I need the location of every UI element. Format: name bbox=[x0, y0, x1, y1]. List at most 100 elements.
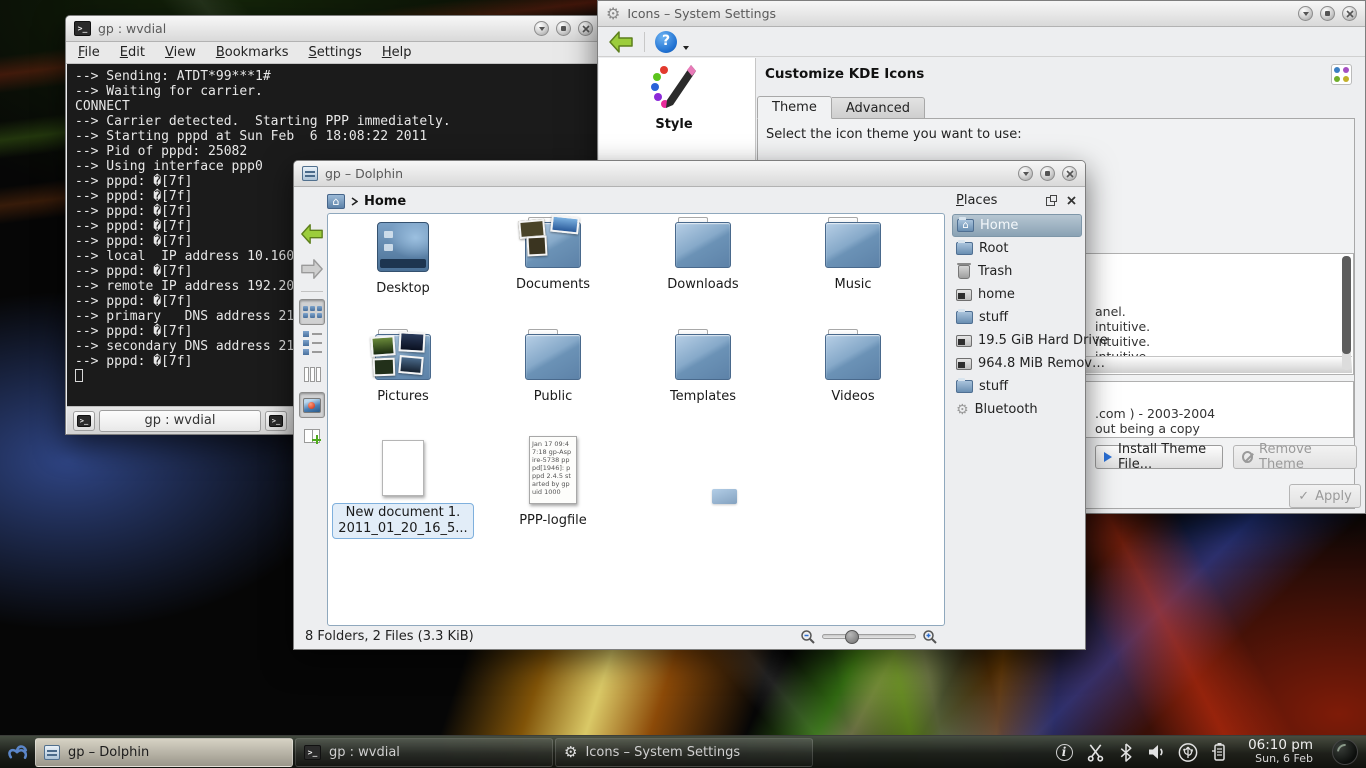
menu-settings[interactable]: Settings bbox=[308, 45, 361, 60]
columns-view-icon bbox=[304, 367, 321, 382]
clock[interactable]: 06:10 pm Sun, 6 Feb bbox=[1248, 738, 1313, 766]
file-item[interactable]: Downloads bbox=[628, 222, 778, 292]
selected-file-label: New document 1. 2011_01_20_16_5... bbox=[332, 503, 473, 539]
help-button[interactable] bbox=[655, 31, 677, 53]
home-folder-icon bbox=[957, 219, 974, 232]
split-view-button[interactable] bbox=[299, 423, 325, 449]
file-item[interactable]: Desktop bbox=[328, 222, 478, 296]
file-item[interactable]: Jan 17 09:4 7:18 gp-Asp ire-5738 pp pd[1… bbox=[478, 436, 628, 528]
place-item-stuff[interactable]: stuff bbox=[952, 306, 1082, 329]
maximize-button[interactable] bbox=[1320, 6, 1335, 21]
sidebar-item-style[interactable]: Style bbox=[609, 63, 739, 132]
documents-folder-icon bbox=[525, 222, 581, 268]
folder-icon bbox=[675, 222, 731, 268]
bluetooth-icon bbox=[956, 403, 969, 417]
desktop-folder-icon bbox=[377, 222, 429, 272]
tab-advanced[interactable]: Advanced bbox=[832, 97, 925, 119]
terminal-title: gp : wvdial bbox=[98, 21, 166, 36]
settings-titlebar[interactable]: Icons – System Settings bbox=[598, 1, 1365, 27]
file-item-selected[interactable]: New document 1. 2011_01_20_16_5... bbox=[328, 440, 478, 539]
menu-edit[interactable]: Edit bbox=[120, 45, 145, 60]
place-item-home[interactable]: Home bbox=[952, 214, 1082, 237]
zoom-out-icon[interactable] bbox=[800, 629, 816, 645]
file-item[interactable]: Documents bbox=[478, 222, 628, 292]
folder-icon bbox=[825, 222, 881, 268]
home-folder-icon[interactable] bbox=[327, 194, 345, 209]
file-item[interactable]: Music bbox=[778, 222, 928, 292]
icons-view-button[interactable] bbox=[299, 299, 325, 325]
place-item-home-drive[interactable]: home bbox=[952, 283, 1082, 306]
file-view[interactable]: Desktop Documents Downloads bbox=[327, 213, 945, 626]
minimize-button[interactable] bbox=[1298, 6, 1313, 21]
module-heading: Customize KDE Icons bbox=[765, 66, 924, 82]
tab-theme[interactable]: Theme bbox=[757, 96, 832, 119]
place-item-trash[interactable]: Trash bbox=[952, 260, 1082, 283]
menu-view[interactable]: View bbox=[165, 45, 196, 60]
app-launcher-button[interactable] bbox=[0, 736, 34, 768]
battery-icon[interactable] bbox=[1209, 742, 1229, 762]
preview-button[interactable] bbox=[299, 392, 325, 418]
file-item[interactable]: Public bbox=[478, 334, 628, 404]
close-panel-icon[interactable] bbox=[1067, 196, 1076, 205]
breadcrumb-home[interactable]: Home bbox=[364, 194, 406, 209]
volume-icon[interactable] bbox=[1147, 742, 1167, 762]
drive-icon bbox=[956, 289, 972, 301]
menu-help[interactable]: Help bbox=[382, 45, 412, 60]
maximize-button[interactable] bbox=[1040, 166, 1055, 181]
place-item-stuff2[interactable]: stuff bbox=[952, 375, 1082, 398]
notifications-info-icon[interactable] bbox=[1054, 742, 1074, 762]
menu-bookmarks[interactable]: Bookmarks bbox=[216, 45, 289, 60]
place-item-hard-drive[interactable]: 19.5 GiB Hard Drive bbox=[952, 329, 1082, 352]
dolphin-icon bbox=[44, 745, 60, 760]
apply-button[interactable]: Apply bbox=[1289, 484, 1361, 508]
folder-icon bbox=[675, 334, 731, 380]
back-button[interactable] bbox=[608, 30, 634, 54]
file-item[interactable]: Pictures bbox=[328, 334, 478, 404]
split-view-icon bbox=[304, 429, 320, 443]
new-tab-button[interactable]: >_ bbox=[73, 411, 95, 431]
back-button[interactable] bbox=[298, 219, 326, 249]
konsole-icon: >_ bbox=[304, 745, 321, 760]
close-button[interactable] bbox=[1342, 6, 1357, 21]
sidebar-item-label: Style bbox=[609, 117, 739, 132]
task-wvdial[interactable]: >_ gp : wvdial bbox=[295, 738, 553, 767]
system-tray: 06:10 pm Sun, 6 Feb bbox=[1054, 738, 1366, 766]
task-system-settings[interactable]: Icons – System Settings bbox=[555, 738, 813, 767]
chevron-down-icon[interactable] bbox=[683, 46, 689, 50]
dolphin-titlebar[interactable]: gp – Dolphin bbox=[294, 161, 1085, 187]
details-view-button[interactable] bbox=[299, 330, 325, 356]
zoom-slider-handle[interactable] bbox=[845, 630, 859, 644]
place-item-bluetooth[interactable]: Bluetooth bbox=[952, 398, 1082, 421]
place-item-root[interactable]: Root bbox=[952, 237, 1082, 260]
usb-device-icon[interactable] bbox=[1178, 742, 1198, 762]
zoom-in-icon[interactable] bbox=[922, 629, 938, 645]
file-item[interactable]: Videos bbox=[778, 334, 928, 404]
konsole-icon: >_ bbox=[269, 415, 283, 427]
checkmark-icon bbox=[1298, 489, 1309, 504]
terminal-tab[interactable]: gp : wvdial bbox=[99, 410, 261, 432]
klipper-scissors-icon[interactable] bbox=[1085, 742, 1105, 762]
detach-panel-icon[interactable] bbox=[1046, 195, 1057, 206]
panel-toolbox-icon[interactable] bbox=[1332, 739, 1358, 765]
minimize-button[interactable] bbox=[534, 21, 549, 36]
screen: >_ gp : wvdial File Edit View Bookmarks … bbox=[0, 0, 1366, 768]
remove-theme-button[interactable]: Remove Theme bbox=[1233, 445, 1357, 469]
tab-list-button[interactable]: >_ bbox=[265, 411, 287, 431]
close-button[interactable] bbox=[1062, 166, 1077, 181]
forward-button[interactable] bbox=[298, 254, 326, 284]
install-theme-button[interactable]: Install Theme File... bbox=[1095, 445, 1223, 469]
close-button[interactable] bbox=[578, 21, 593, 36]
file-item[interactable]: Templates bbox=[628, 334, 778, 404]
place-item-removable[interactable]: 964.8 MiB Remov… bbox=[952, 352, 1082, 375]
columns-view-button[interactable] bbox=[299, 361, 325, 387]
maximize-button[interactable] bbox=[556, 21, 571, 36]
icons-view-icon bbox=[303, 306, 322, 318]
list-scrollbar[interactable] bbox=[1342, 256, 1351, 370]
task-dolphin[interactable]: gp – Dolphin bbox=[35, 738, 293, 767]
terminal-titlebar[interactable]: >_ gp : wvdial bbox=[66, 16, 601, 42]
bluetooth-icon[interactable] bbox=[1116, 742, 1136, 762]
zoom-slider[interactable] bbox=[822, 634, 916, 639]
document-icon bbox=[382, 440, 424, 496]
menu-file[interactable]: File bbox=[78, 45, 100, 60]
minimize-button[interactable] bbox=[1018, 166, 1033, 181]
